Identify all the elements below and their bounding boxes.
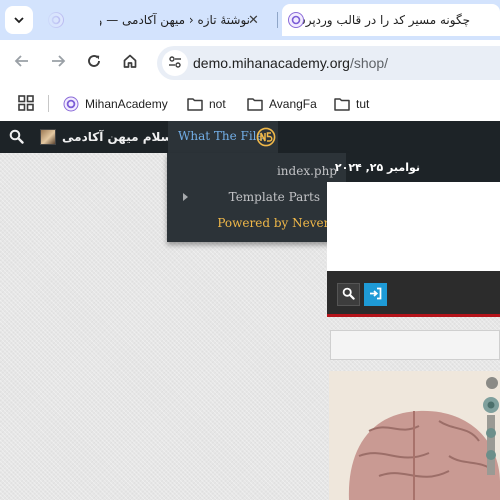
home-button[interactable] [116,49,144,77]
address-bar[interactable]: demo.mihanacademy.org/shop/ [157,46,500,80]
dropdown-item-powered-by[interactable]: Powered by Never5 [217,213,337,233]
site-favicon-icon [63,96,79,112]
reload-icon [86,53,102,73]
featured-image[interactable] [329,371,500,500]
tune-icon [168,54,182,73]
url-host: demo.mihanacademy.org [193,55,350,71]
brain-illustration [329,371,500,500]
what-the-file-dropdown: index.php Template Parts Powered by Neve… [167,153,346,242]
url-path: /shop/ [349,55,389,71]
dropdown-item-template-parts[interactable]: Template Parts [229,187,320,207]
tab-strip: نوشتهٔ تازه ‹ میهن آکادمی — وردپرس ✕ چگو… [0,0,500,40]
header-panel [327,182,500,271]
back-button[interactable] [8,49,36,77]
folder-icon [334,97,350,111]
home-icon [122,53,138,73]
submenu-arrow-icon [183,193,188,201]
tab-title: نوشتهٔ تازه ‹ میهن آکادمی — وردپرس [100,13,250,27]
site-favicon-icon [288,12,304,28]
page-viewport: سلام میهن آکادمی What The File index.php… [0,121,500,500]
site-input-field[interactable] [330,330,500,360]
site-date: نوامبر ۲۵, ۲۰۲۴ [334,161,420,174]
tab-title: چگونه مسیر کد را در قالب وردپرس [291,13,470,27]
tab-close-button[interactable]: ✕ [248,4,259,36]
bookmarks-bar: MihanAcademy not AvangFa tut [0,86,500,121]
site-search-button[interactable] [337,283,360,306]
bookmark-label: tut [356,97,370,111]
arrow-left-icon [14,53,30,73]
search-icon[interactable] [9,129,24,148]
url-text: demo.mihanacademy.org/shop/ [193,46,388,80]
browser-toolbar: demo.mihanacademy.org/shop/ [0,40,500,86]
tab-divider [277,12,278,28]
arrow-right-icon [50,53,66,73]
dropdown-item-index-php[interactable]: index.php [277,161,337,181]
search-icon [342,285,355,304]
apps-grid-icon[interactable] [18,95,34,111]
bookmark-label: not [209,97,226,111]
login-button[interactable] [364,283,387,306]
folder-icon [247,97,263,111]
site-toolbar [327,271,500,317]
wp-admin-bar: سلام میهن آکادمی What The File [0,121,500,153]
site-top-bar: نوامبر ۲۵, ۲۰۲۴ [335,153,500,182]
reload-button[interactable] [80,49,108,77]
site-info-button[interactable] [162,50,188,76]
tab-fade [44,4,104,36]
bookmark-mihanacademy[interactable]: MihanAcademy [63,90,168,118]
avatar[interactable] [40,129,56,145]
chevron-down-icon [13,11,25,30]
bookmark-folder-not[interactable]: not [187,90,226,118]
bookmark-label: AvangFa [269,97,317,111]
tab-search-button[interactable] [5,6,33,34]
bookmark-folder-avangfa[interactable]: AvangFa [247,90,317,118]
tab-active-article[interactable]: چگونه مسیر کد را در قالب وردپرس [282,4,500,36]
what-the-file-label: What The File [178,129,264,143]
never5-logo-icon [256,127,276,151]
sign-in-icon [369,285,382,304]
what-the-file-menu[interactable]: What The File [168,121,278,153]
bookmark-folder-tut[interactable]: tut [334,90,369,118]
bookmark-label: MihanAcademy [85,97,168,111]
admin-greeting[interactable]: سلام میهن آکادمی [62,121,172,153]
bookmark-separator [48,95,49,112]
folder-icon [187,97,203,111]
forward-button[interactable] [44,49,72,77]
